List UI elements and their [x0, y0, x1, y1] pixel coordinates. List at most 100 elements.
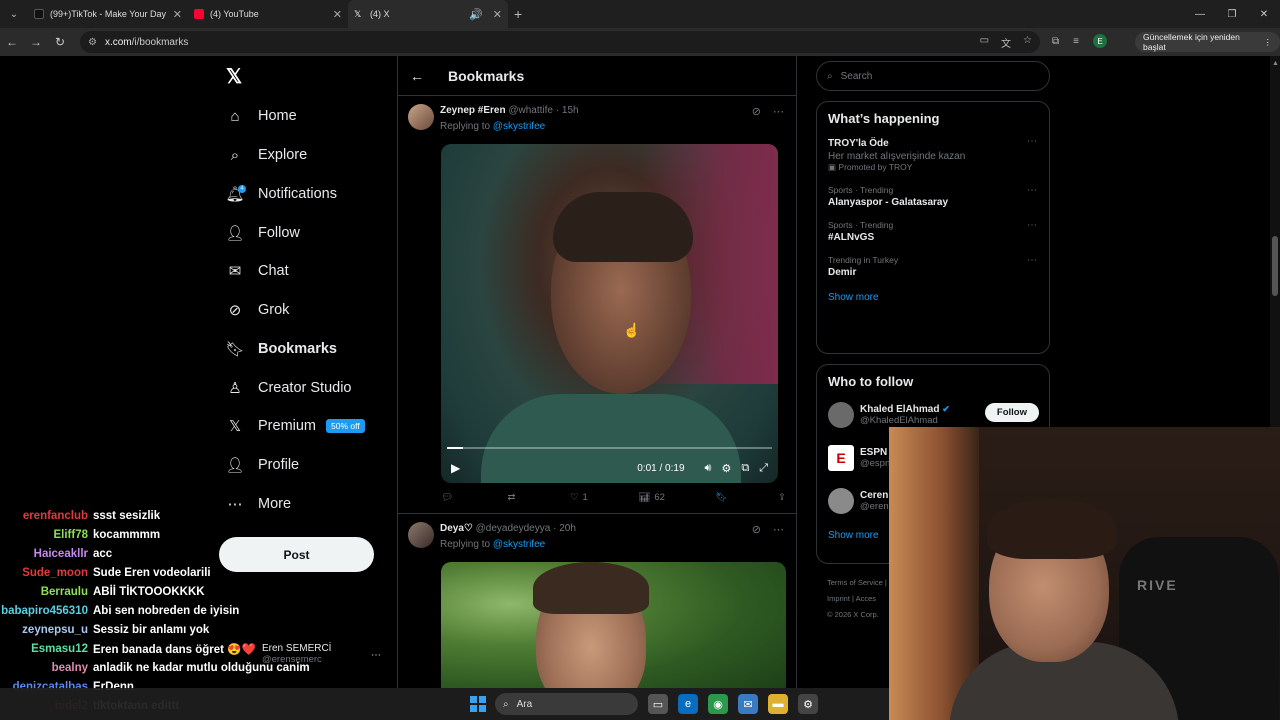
volume-icon[interactable]: 🔊︎	[705, 462, 712, 475]
nav-bookmarks[interactable]: 🔖︎ Bookmarks	[225, 335, 337, 363]
nav-creator-studio[interactable]: ♙ Creator Studio	[226, 374, 351, 402]
suggestion-handle: @eren	[860, 500, 889, 512]
edge-icon[interactable]: e	[678, 694, 698, 714]
trend-item[interactable]: TROY'la Öde Her market alışverişinde kaz…	[817, 130, 1049, 179]
settings-app-icon[interactable]: ⚙	[798, 694, 818, 714]
reply-button[interactable]: 💬︎	[441, 492, 457, 503]
star-icon[interactable]: ☆	[1023, 35, 1032, 50]
grok-icon[interactable]: ⊘	[752, 105, 761, 118]
tweet[interactable]: Deya♡ @deyadeydeyya · 20h Replying to @s…	[398, 514, 796, 688]
show-more-link[interactable]: Show more	[817, 284, 1049, 315]
suggestion-name: Ceren	[860, 489, 889, 501]
minimize-button[interactable]: —	[1184, 9, 1216, 20]
nav-grok[interactable]: ⊘ Grok	[226, 296, 290, 324]
espn-logo-icon[interactable]: E	[828, 444, 854, 471]
windows-start-icon[interactable]	[470, 696, 486, 712]
extensions-icon[interactable]: ⧉	[1052, 36, 1059, 47]
close-icon[interactable]: ✕	[333, 8, 342, 21]
nav-explore[interactable]: ⌕ Explore	[226, 141, 307, 169]
close-window-button[interactable]: ✕	[1248, 9, 1280, 20]
more-icon[interactable]: ⋯	[1027, 220, 1037, 231]
site-info-icon[interactable]: ⚙	[88, 37, 97, 48]
tweet-time[interactable]: · 20h	[553, 523, 576, 534]
video-player[interactable]: ☝ ▶ 0:01 / 0:19 🔊︎ ⚙ ⧉ ⤢	[441, 144, 778, 483]
install-app-icon[interactable]: ▭	[980, 35, 989, 50]
new-tab-button[interactable]: +	[514, 6, 522, 22]
nav-profile[interactable]: 👤︎ Profile	[225, 451, 299, 479]
media-control-icon[interactable]: ≡	[1073, 36, 1079, 47]
tweet-author-name[interactable]: Zeynep #Eren	[440, 105, 506, 116]
grok-icon[interactable]: ⊘	[752, 523, 761, 536]
browser-toolbar: ← → ↻ ⚙ x.com/i/bookmarks ▭ 文 ☆ ⧉ ≡ E Gü…	[0, 28, 1280, 56]
close-icon[interactable]: ✕	[173, 8, 182, 21]
task-view-icon[interactable]: ▭	[648, 694, 668, 714]
scroll-up-icon[interactable]: ▲	[1272, 60, 1279, 67]
chrome-icon[interactable]: ◉	[708, 694, 728, 714]
trend-item[interactable]: Sports · Trending Alanyaspor - Galatasar…	[817, 179, 1049, 214]
mention-link[interactable]: @skystrifee	[493, 121, 545, 132]
more-icon[interactable]: ⋯	[1027, 255, 1037, 266]
nav-home[interactable]: ⌂ Home	[226, 102, 296, 130]
repost-button[interactable]: ⇄	[508, 492, 520, 503]
more-icon[interactable]: ⋯	[773, 523, 784, 536]
scrollbar-thumb[interactable]	[1272, 236, 1278, 296]
fullscreen-icon[interactable]: ⤢	[759, 462, 768, 475]
share-button[interactable]: ⇪	[778, 492, 786, 503]
bookmark-button[interactable]: 🔖︎	[715, 492, 727, 503]
tweet-time[interactable]: · 15h	[556, 105, 579, 116]
more-icon[interactable]: ⋯	[1027, 185, 1037, 196]
trend-name: TROY'la Öde	[828, 138, 889, 149]
nav-notifications[interactable]: 🔔︎ 4 Notifications	[225, 180, 337, 208]
close-icon[interactable]: ✕	[493, 8, 502, 21]
tab-search-icon[interactable]: ⌄	[0, 9, 28, 20]
file-explorer-icon[interactable]: ▬	[768, 694, 788, 714]
more-icon[interactable]: ⋯	[1027, 136, 1037, 147]
follow-button[interactable]: Follow	[984, 403, 1039, 422]
address-bar[interactable]: ⚙ x.com/i/bookmarks ▭ 文 ☆	[80, 31, 1040, 53]
nav-premium[interactable]: 𝕏 Premium 50% off	[226, 412, 365, 440]
search-input[interactable]: ⌕ Search	[816, 61, 1050, 91]
avatar[interactable]	[828, 487, 854, 514]
taskbar-search[interactable]: ⌕ Ara	[495, 693, 638, 715]
back-arrow-icon[interactable]: ←	[410, 68, 424, 84]
tweet-author-handle[interactable]: @whattife	[508, 105, 553, 116]
footer-link[interactable]: Imprint | Acces	[827, 591, 887, 607]
forward-button[interactable]: →	[24, 35, 48, 49]
profile-avatar[interactable]: E	[1092, 34, 1107, 48]
speaker-icon[interactable]: 🔊	[469, 8, 483, 21]
more-icon[interactable]: ⋯	[773, 105, 784, 118]
tweet[interactable]: Zeynep #Eren @whattife · 15h Replying to…	[398, 96, 796, 514]
tweet-author-handle[interactable]: @deyadeydeyya	[476, 523, 551, 534]
browser-tab-x[interactable]: 𝕏 (4) X 🔊 ✕	[348, 0, 508, 28]
translate-icon[interactable]: 文	[1001, 35, 1011, 50]
update-button[interactable]: Güncellemek için yeniden başlat ⋮	[1135, 32, 1280, 52]
browser-tab-youtube[interactable]: (4) YouTube ✕	[188, 0, 348, 28]
back-button[interactable]: ←	[0, 35, 24, 49]
maximize-button[interactable]: ❐	[1216, 9, 1248, 20]
nav-follow[interactable]: 👤︎ Follow	[225, 219, 300, 247]
account-switcher[interactable]: Eren SEMERCİ @erensemerc	[262, 643, 331, 665]
tweet-author-name[interactable]: Deya♡	[440, 523, 473, 534]
trend-item[interactable]: Sports · Trending #ALNvGS ⋯	[817, 214, 1049, 249]
footer-link[interactable]: Terms of Service |	[827, 575, 887, 591]
mention-link[interactable]: @skystrifee	[493, 539, 545, 550]
nav-chat[interactable]: ✉ Chat	[226, 257, 289, 285]
avatar[interactable]	[408, 522, 434, 548]
views-icon: 📊︎	[638, 492, 651, 503]
browser-tab-tiktok[interactable]: (99+)TikTok - Make Your Day ✕	[28, 0, 188, 28]
trend-item[interactable]: Trending in Turkey Demir ⋯	[817, 249, 1049, 284]
like-button[interactable]: ♡ 1	[570, 492, 588, 503]
mail-app-icon[interactable]: ✉	[738, 694, 758, 714]
views-button[interactable]: 📊︎ 62	[638, 492, 665, 503]
tweet-image[interactable]	[441, 562, 786, 688]
pip-icon[interactable]: ⧉	[741, 462, 749, 475]
settings-icon[interactable]: ⚙	[721, 462, 731, 475]
video-progress-bar[interactable]	[447, 447, 772, 449]
avatar[interactable]	[408, 104, 434, 130]
more-icon[interactable]: ⋯	[371, 650, 381, 661]
play-icon[interactable]: ▶	[451, 461, 460, 475]
x-logo[interactable]: 𝕏	[226, 64, 242, 89]
reload-button[interactable]: ↻	[48, 35, 72, 49]
avatar[interactable]	[828, 401, 854, 428]
nav-label: Follow	[258, 225, 300, 241]
